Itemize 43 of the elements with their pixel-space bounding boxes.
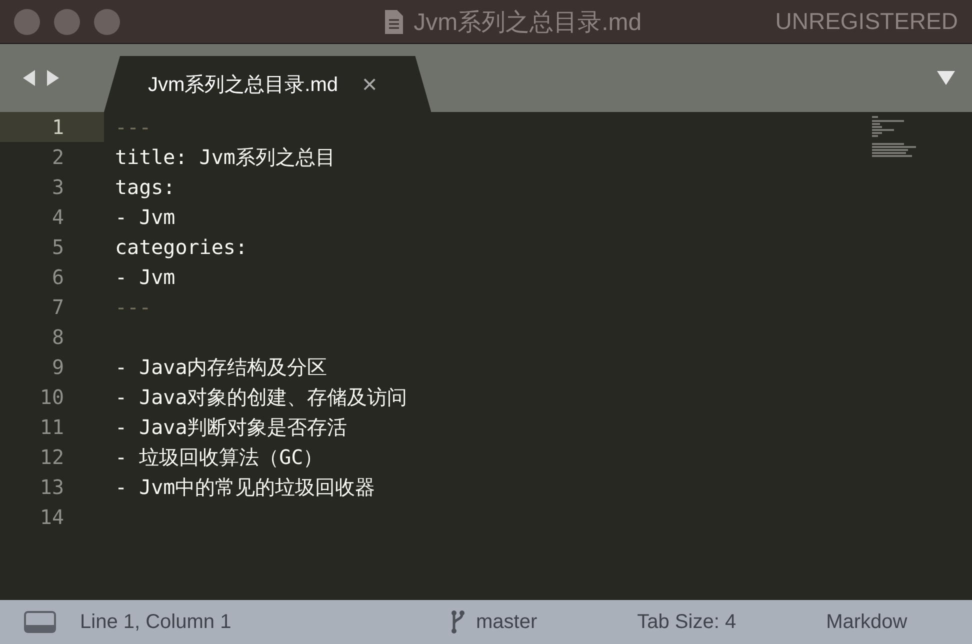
line-number: 9 (50, 354, 65, 381)
cursor-position[interactable]: Line 1, Column 1 (80, 610, 450, 634)
document-icon (384, 8, 404, 34)
dropdown-icon[interactable] (936, 70, 956, 86)
maximize-window-button[interactable] (94, 8, 120, 34)
code-line: - 垃圾回收算法（GC） (114, 444, 324, 470)
panel-icon[interactable] (24, 611, 56, 633)
git-branch[interactable]: master (476, 610, 538, 634)
code-line: title: Jvm系列之总目 (114, 144, 336, 170)
line-number: 5 (50, 234, 65, 261)
line-number: 12 (38, 444, 65, 471)
code-line: - Java内存结构及分区 (114, 354, 328, 380)
line-number: 3 (50, 174, 65, 201)
line-number: 14 (38, 504, 65, 531)
forward-icon[interactable] (46, 69, 60, 87)
branch-icon (450, 610, 466, 634)
code-line: - Jvm (114, 265, 176, 289)
minimize-window-button[interactable] (54, 8, 80, 34)
line-number: 8 (50, 324, 65, 351)
code-line: categories: (114, 235, 248, 259)
close-tab-icon[interactable]: × (362, 68, 378, 100)
line-number: 10 (38, 384, 65, 411)
syntax-mode[interactable]: Markdow (826, 610, 908, 634)
code-line: - Jvm中的常见的垃圾回收器 (114, 474, 376, 500)
code-line: - Java判断对象是否存活 (114, 414, 348, 440)
line-number: 2 (50, 144, 65, 171)
front-matter-fence: --- (114, 115, 152, 139)
unregistered-label: UNREGISTERED (775, 8, 958, 35)
line-number: 11 (38, 414, 65, 441)
editor-tab[interactable]: Jvm系列之总目录.md × (104, 56, 432, 112)
line-number: 13 (38, 474, 65, 501)
tab-size[interactable]: Tab Size: 4 (637, 610, 736, 634)
code-line: tags: (114, 175, 176, 199)
line-number: 7 (50, 294, 65, 321)
code-line: - Jvm (114, 205, 176, 229)
code-line: - Java对象的创建、存储及访问 (114, 384, 408, 410)
window-title: Jvm系列之总目录.md (414, 8, 642, 38)
front-matter-fence: --- (114, 295, 152, 319)
close-window-button[interactable] (14, 8, 40, 34)
line-number: 1 (0, 112, 104, 142)
line-number: 6 (50, 264, 65, 291)
line-number: 4 (50, 204, 65, 231)
back-icon[interactable] (22, 69, 36, 87)
